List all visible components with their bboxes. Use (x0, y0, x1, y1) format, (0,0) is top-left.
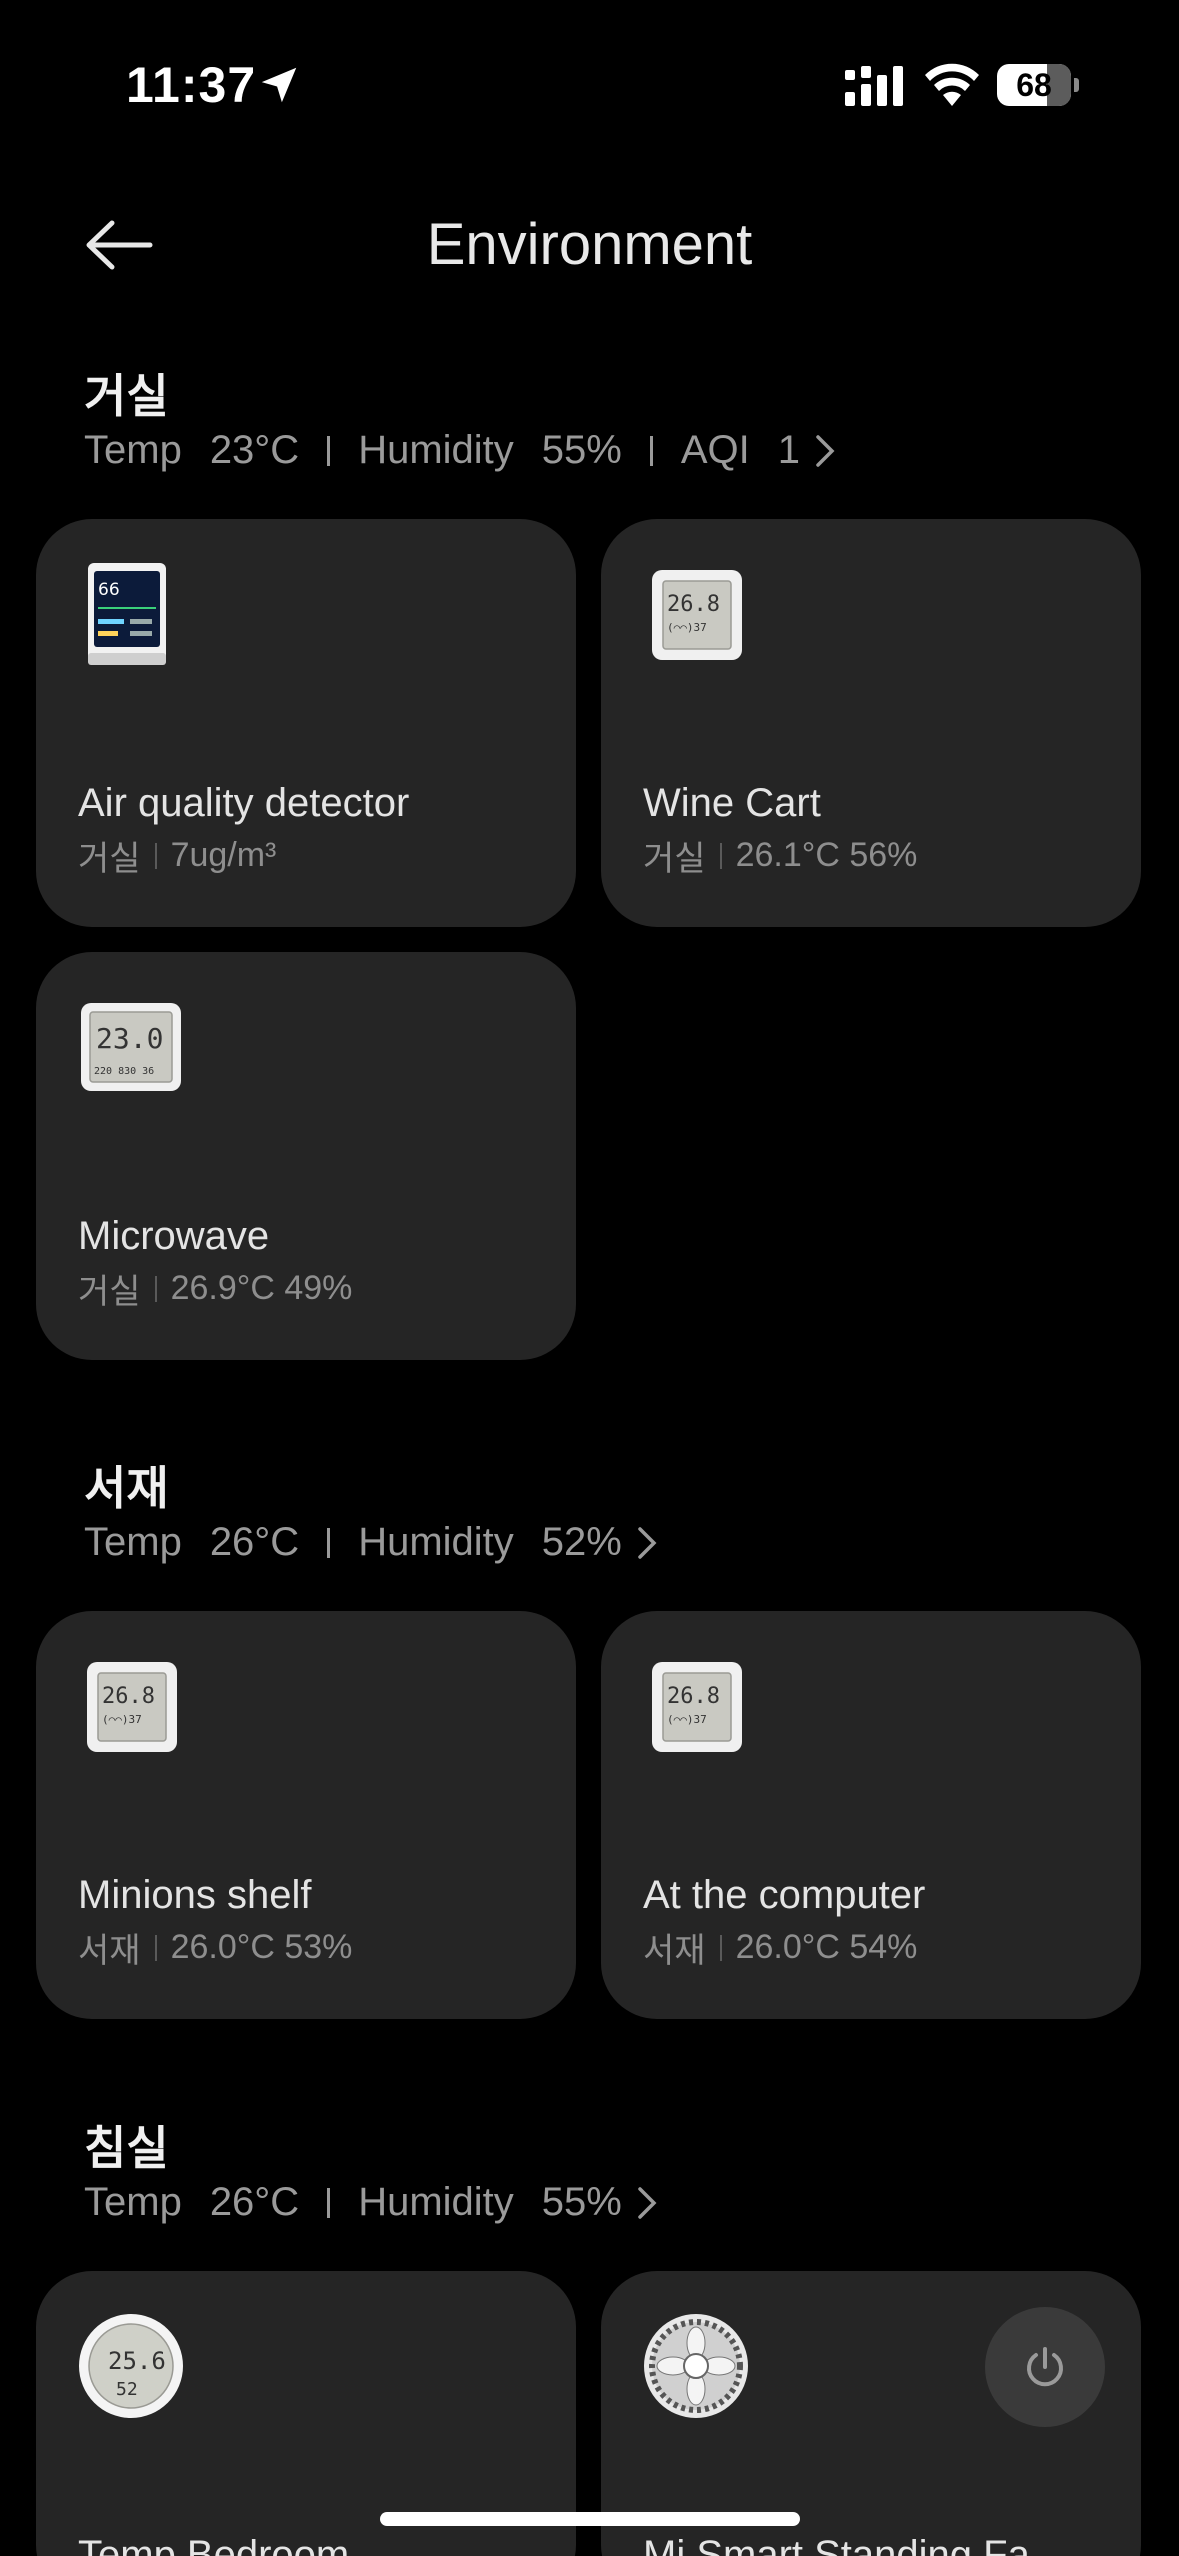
device-name: Microwave (78, 1214, 270, 1258)
device-name: Minions shelf (78, 1873, 312, 1917)
lcd-humidity: 52 (116, 2379, 138, 2400)
standing-fan-image (644, 2314, 748, 2418)
room-stats-bedroom[interactable]: Temp 26°C Humidity 55% (84, 2180, 660, 2225)
lcd-face: (⌒⌒)37 (667, 621, 707, 634)
device-reading: 26.9°C 49% (170, 1269, 353, 1307)
device-card-minions-shelf[interactable]: 26.8 (⌒⌒)37 Minions shelf 서재 26.0°C 53% (36, 1611, 576, 2019)
device-name: At the computer (643, 1873, 926, 1917)
temp-label: Temp (84, 1520, 182, 1564)
lcd-temp: 26.8 (102, 1684, 155, 1709)
chevron-right-icon (638, 1526, 657, 1559)
divider (327, 1527, 331, 1558)
cellular-signal-icon (845, 66, 903, 106)
room-title-living: 거실 (84, 370, 169, 422)
humidity-value: 52% (541, 1520, 622, 1564)
status-bar: 11:37 68 (0, 0, 1179, 175)
chevron-right-icon (816, 434, 835, 467)
room-stats-study[interactable]: Temp 26°C Humidity 52% (84, 1520, 660, 1565)
battery-level-text: 68 (1016, 67, 1052, 103)
device-card-wine-cart[interactable]: 26.8 (⌒⌒)37 Wine Cart 거실 26.1°C 56% (601, 519, 1141, 927)
lcd-temp: 26.8 (667, 1684, 720, 1709)
thermometer-hygrometer-image: 26.8 (⌒⌒)37 (87, 1662, 177, 1752)
environment-screen: 11:37 68 Environment 거실 Temp 23°C Humidi… (0, 0, 1179, 2556)
device-reading: 26.0°C 53% (170, 1928, 353, 1966)
home-indicator (380, 2512, 800, 2526)
device-reading: 26.0°C 54% (735, 1928, 918, 1966)
chevron-right-icon (638, 2186, 657, 2219)
device-reading: 26.1°C 56% (735, 836, 918, 874)
thermometer-hygrometer-image: 26.8 (⌒⌒)37 (652, 570, 742, 660)
lcd-temp: 26.8 (667, 592, 720, 617)
lcd-face: (⌒⌒)37 (667, 1713, 707, 1726)
divider (327, 435, 331, 466)
aqi-label: AQI (680, 428, 750, 472)
device-card-air-quality-detector[interactable]: 66 Air quality detector 거실 7ug/m³ (36, 519, 576, 927)
thermometer-hygrometer-image: 26.8 (⌒⌒)37 (652, 1662, 742, 1752)
device-name: Temp Bedroom (78, 2533, 350, 2556)
wifi-icon (925, 63, 979, 106)
device-name: Air quality detector (78, 781, 410, 825)
humidity-label: Humidity (358, 1520, 514, 1564)
device-meta: 거실 7ug/m³ (78, 831, 276, 880)
device-card-microwave[interactable]: 23.0 220 830 36 Microwave 거실 26.9°C 49% (36, 952, 576, 1360)
battery-indicator: 68 (997, 64, 1079, 106)
device-room: 거실 (78, 1273, 141, 1311)
device-meta: 거실 26.1°C 56% (643, 831, 917, 880)
lcd-face: (⌒⌒)37 (102, 1713, 142, 1726)
page-title: Environment (426, 212, 753, 277)
device-room: 서재 (78, 1932, 141, 1970)
humidity-label: Humidity (358, 2180, 514, 2224)
thermometer-hygrometer-image: 23.0 220 830 36 (81, 1003, 181, 1091)
aqi-value: 1 (777, 428, 800, 472)
room-title-bedroom: 침실 (84, 2122, 169, 2174)
temp-value: 26°C (209, 1520, 300, 1564)
temp-label: Temp (84, 2180, 182, 2224)
humidity-value: 55% (541, 2180, 622, 2224)
divider (649, 435, 653, 466)
device-meta: 서재 26.0°C 53% (78, 1923, 352, 1972)
status-time: 11:37 (126, 57, 257, 113)
device-reading: 7ug/m³ (170, 836, 277, 874)
lcd-sub: 220 830 36 (94, 1066, 154, 1077)
humidity-label: Humidity (358, 428, 514, 472)
room-title-study: 서재 (84, 1462, 169, 1514)
round-thermometer-image: 25.6 52 (79, 2314, 183, 2418)
device-room: 거실 (643, 840, 706, 878)
lcd-temp: 25.6 (108, 2347, 166, 2375)
device-name: Mi Smart Standing Fa (643, 2533, 1030, 2556)
device-room: 거실 (78, 840, 141, 878)
location-arrow-icon (261, 67, 297, 103)
device-name: Wine Cart (643, 781, 821, 825)
divider (327, 2187, 331, 2218)
device-meta: 서재 26.0°C 54% (643, 1923, 917, 1972)
temp-value: 26°C (209, 2180, 300, 2224)
device-meta: 거실 26.9°C 49% (78, 1264, 352, 1313)
humidity-value: 55% (541, 428, 622, 472)
device-card-at-the-computer[interactable]: 26.8 (⌒⌒)37 At the computer 서재 26.0°C 54… (601, 1611, 1141, 2019)
power-button[interactable] (985, 2307, 1105, 2427)
temp-label: Temp (84, 428, 182, 472)
air-screen-reading: 66 (98, 580, 120, 600)
device-room: 서재 (643, 1932, 706, 1970)
lcd-temp: 23.0 (96, 1022, 163, 1055)
power-icon (1027, 2347, 1063, 2387)
temp-value: 23°C (209, 428, 300, 472)
air-quality-detector-image: 66 (88, 563, 166, 665)
room-stats-living[interactable]: Temp 23°C Humidity 55% AQI 1 (84, 428, 838, 473)
